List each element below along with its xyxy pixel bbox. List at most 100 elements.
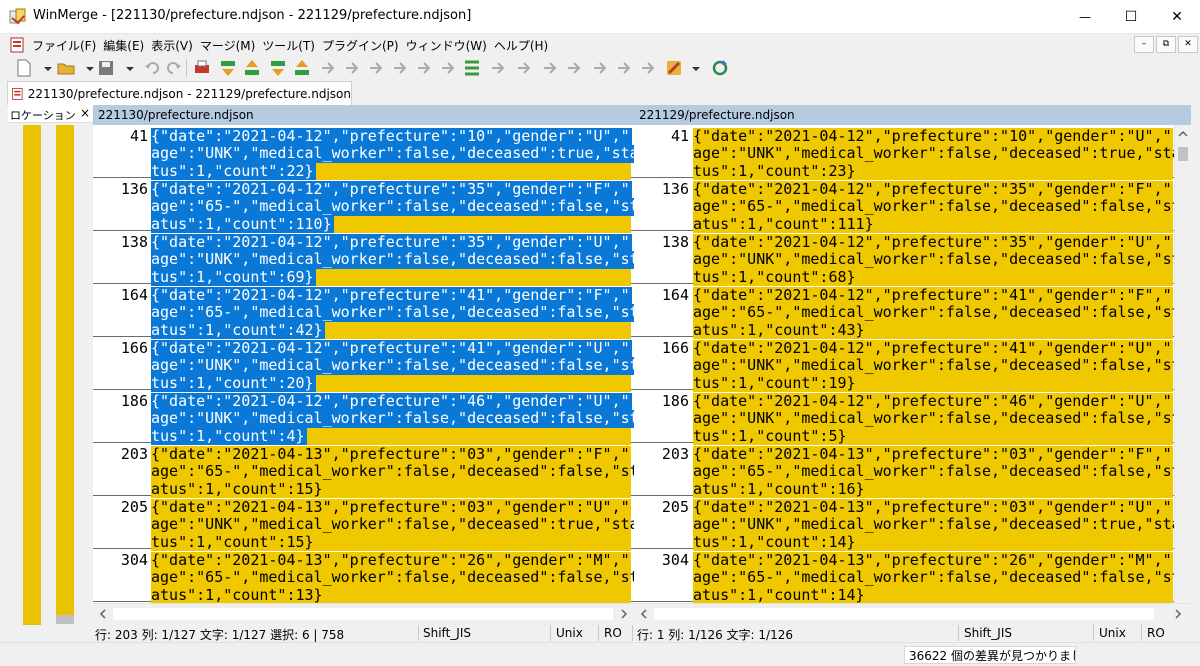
diff-block[interactable]: 41 {"date":"2021-04-12","prefecture":"10"… [93,125,634,180]
code-line[interactable]: age":"65-","medical_worker":false,"decea… [151,568,634,586]
menu-item[interactable]: ファイル(F) [32,37,96,54]
code-line[interactable]: age":"65-","medical_worker":false,"decea… [693,462,1174,480]
diff-block[interactable]: 304 {"date":"2021-04-13","prefecture":"26… [634,549,1174,603]
merge-icon[interactable] [462,58,482,78]
next-diff-down-icon[interactable] [218,58,238,78]
compare-right-icon[interactable] [590,58,610,78]
vertical-scrollbar[interactable] [1174,125,1191,603]
diff-block[interactable]: 41 {"date":"2021-04-12","prefecture":"10"… [634,125,1174,180]
diff-block[interactable]: 138 {"date":"2021-04-12","prefecture":"35… [634,231,1174,286]
menu-item[interactable]: ウィンドウ(W) [406,37,487,54]
menu-item[interactable]: ツール(T) [262,37,315,54]
code-line[interactable]: age":"UNK","medical_worker":false,"decea… [151,144,634,162]
left-diff-pane[interactable]: 221130/prefecture.ndjson 41 {"date":"2021… [93,105,634,603]
document-app-icon[interactable] [9,37,25,53]
code-line[interactable]: {"date":"2021-04-12","prefecture":"46","… [693,392,1172,410]
code-line[interactable]: {"date":"2021-04-12","prefecture":"41","… [151,286,630,304]
code-line[interactable]: age":"UNK","medical_worker":false,"decea… [693,144,1174,162]
code-line[interactable]: age":"UNK","medical_worker":false,"decea… [693,356,1174,374]
code-line[interactable]: age":"65-","medical_worker":false,"decea… [151,303,634,321]
code-line[interactable]: {"date":"2021-04-12","prefecture":"35","… [693,180,1172,198]
code-line[interactable]: age":"UNK","medical_worker":false,"decea… [693,515,1174,533]
diff-block[interactable]: 203 {"date":"2021-04-13","prefecture":"03… [634,443,1174,498]
options-icon[interactable] [664,58,684,78]
code-line[interactable]: age":"65-","medical_worker":false,"decea… [693,303,1174,321]
diff-block[interactable]: 186 {"date":"2021-04-12","prefecture":"46… [93,390,634,445]
code-line[interactable]: {"date":"2021-04-12","prefecture":"35","… [151,180,630,198]
diff-block[interactable]: 203 {"date":"2021-04-13","prefecture":"03… [93,443,634,498]
copy-to-left-icon[interactable] [342,58,362,78]
right-only-icon[interactable] [514,58,534,78]
diff-block[interactable]: 186 {"date":"2021-04-12","prefecture":"46… [634,390,1174,445]
code-line[interactable]: age":"UNK","medical_worker":false,"decea… [151,250,634,268]
code-line[interactable]: {"date":"2021-04-13","prefecture":"26","… [151,551,630,569]
all-icon[interactable] [540,58,560,78]
menu-item[interactable]: マージ(M) [200,37,255,54]
diff-block[interactable]: 205 {"date":"2021-04-13","prefecture":"03… [634,496,1174,551]
code-line[interactable]: {"date":"2021-04-13","prefecture":"03","… [693,445,1172,463]
code-line[interactable]: {"date":"2021-04-12","prefecture":"41","… [151,339,630,357]
code-line[interactable]: atus":1,"count":13} [151,586,323,603]
title-bar[interactable]: WinMerge - [221130/prefecture.ndjson - 2… [0,0,1200,34]
left-only-icon[interactable] [488,58,508,78]
code-line[interactable]: {"date":"2021-04-13","prefecture":"03","… [693,498,1172,516]
close-button[interactable]: ✕ [1154,0,1200,34]
code-line[interactable]: age":"UNK","medical_worker":false,"decea… [151,409,634,427]
diff-block[interactable]: 166 {"date":"2021-04-12","prefecture":"41… [634,337,1174,392]
diff-block[interactable]: 166 {"date":"2021-04-12","prefecture":"41… [93,337,634,392]
open-folder-icon[interactable] [56,58,76,78]
menu-item[interactable]: プラグイン(P) [322,37,399,54]
scroll-up-icon[interactable] [1175,127,1191,141]
redo-icon[interactable] [164,58,184,78]
dropdown-arrow-icon[interactable] [38,58,52,78]
undo-icon[interactable] [142,58,162,78]
left-horizontal-scroll-thumb[interactable] [113,608,613,620]
left-horizontal-scrollbar[interactable] [93,603,634,624]
diff-block[interactable]: 164 {"date":"2021-04-12","prefecture":"41… [634,284,1174,339]
code-line[interactable]: {"date":"2021-04-12","prefecture":"41","… [693,286,1172,304]
refresh-icon[interactable] [710,58,730,78]
compare-next-icon[interactable] [614,58,634,78]
menu-item[interactable]: 編集(E) [103,37,144,54]
code-line[interactable]: {"date":"2021-04-13","prefecture":"26","… [693,551,1172,569]
dropdown-arrow-icon[interactable] [686,58,700,78]
code-line[interactable]: {"date":"2021-04-12","prefecture":"35","… [151,233,630,251]
location-bar-left[interactable] [23,125,41,625]
diff-block[interactable]: 138 {"date":"2021-04-12","prefecture":"35… [93,231,634,286]
diff-block[interactable]: 304 {"date":"2021-04-13","prefecture":"26… [93,549,634,603]
left-scroll-left-icon[interactable] [95,605,111,623]
compare-left-icon[interactable] [564,58,584,78]
right-horizontal-scroll-thumb[interactable] [654,608,1154,620]
code-line[interactable]: {"date":"2021-04-13","prefecture":"03","… [151,498,630,516]
copy-all-left-icon[interactable] [438,58,458,78]
code-line[interactable]: {"date":"2021-04-12","prefecture":"10","… [151,127,630,145]
code-line[interactable]: {"date":"2021-04-12","prefecture":"46","… [151,392,630,410]
right-scroll-left-icon[interactable] [636,605,652,623]
location-pane-close-icon[interactable]: × [80,106,90,120]
dropdown-arrow-icon[interactable] [80,58,94,78]
code-line[interactable]: age":"65-","medical_worker":false,"decea… [693,568,1174,586]
code-line[interactable]: {"date":"2021-04-12","prefecture":"10","… [693,127,1172,145]
first-diff-icon[interactable] [268,58,288,78]
code-line[interactable]: {"date":"2021-04-13","prefecture":"03","… [151,445,630,463]
code-line[interactable]: atus":1,"count":14} [693,586,865,603]
minimize-button[interactable]: — [1062,0,1108,34]
code-line[interactable]: age":"UNK","medical_worker":false,"decea… [151,515,634,533]
left-scroll-right-icon[interactable] [616,605,632,623]
location-viewport-indicator[interactable] [56,615,74,624]
mdi-close-button[interactable]: ✕ [1178,36,1198,53]
right-diff-pane[interactable]: 221129/prefecture.ndjson 41 {"date":"2021… [634,105,1174,603]
code-line[interactable]: age":"65-","medical_worker":false,"decea… [693,197,1174,215]
dropdown-arrow-icon[interactable] [120,58,134,78]
copy-to-right-icon[interactable] [318,58,338,78]
location-bar-right[interactable] [56,125,74,615]
prev-diff-up-icon[interactable] [242,58,262,78]
document-tab[interactable]: 221130/prefecture.ndjson - 221129/prefec… [7,81,352,105]
maximize-button[interactable]: ☐ [1108,0,1154,34]
menu-item[interactable]: 表示(V) [151,37,193,54]
copy-left-advance-icon[interactable] [390,58,410,78]
code-line[interactable]: age":"UNK","medical_worker":false,"decea… [693,409,1174,427]
diff-block[interactable]: 136 {"date":"2021-04-12","prefecture":"35… [93,178,634,233]
diff-block[interactable]: 136 {"date":"2021-04-12","prefecture":"35… [634,178,1174,233]
print-icon[interactable] [192,58,212,78]
